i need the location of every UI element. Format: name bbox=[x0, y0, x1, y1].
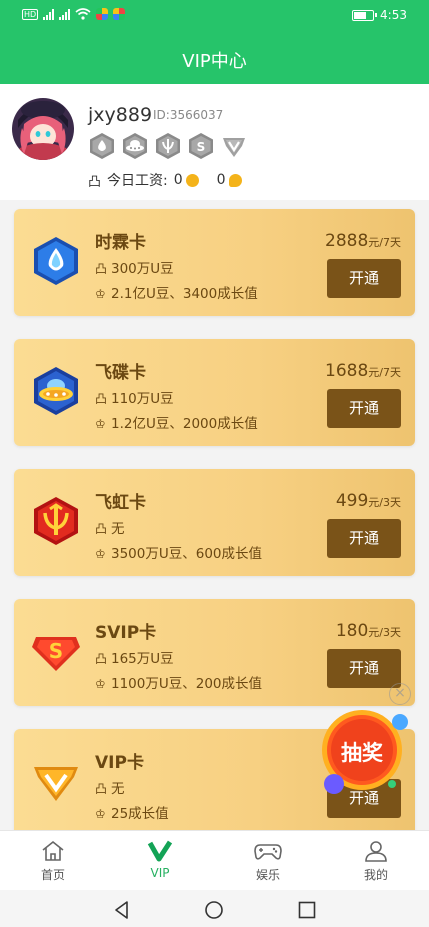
username: jxy889 bbox=[88, 104, 153, 126]
header-bar: VIP中心 bbox=[0, 32, 429, 84]
app-notification-icon-2 bbox=[113, 8, 126, 20]
vip-nav-icon bbox=[147, 840, 173, 862]
avatar[interactable] bbox=[12, 98, 74, 160]
gift-icon: 凸 bbox=[95, 392, 108, 406]
card-benefit-daily: 凸无 bbox=[95, 781, 125, 797]
vip-card-feidie: 飞碟卡 凸 110万U豆 ♔ 1.2亿U豆、2000成长值 1688元/7天 开通 bbox=[14, 339, 415, 446]
card-benefit-daily: 凸 165万U豆 bbox=[95, 651, 174, 667]
card-price: 2888元/7天 bbox=[325, 231, 401, 251]
vip-card-svip: S SVIP卡 凸 165万U豆 ♔ 1100万U豆、200成长值 180元/3天 … bbox=[14, 599, 415, 706]
page-title: VIP中心 bbox=[182, 51, 247, 72]
bean-icon bbox=[228, 173, 242, 187]
vip-center-page: HD 4:53 VIP中心 jxy889 ID:3566037 S 凸 今日工资… bbox=[0, 0, 429, 927]
profile-section: jxy889 ID:3566037 S 凸 今日工资: 0 0 bbox=[0, 84, 429, 200]
home-icon bbox=[42, 840, 64, 861]
nav-mine-label: 我的 bbox=[363, 868, 388, 882]
card-name: VIP卡 bbox=[95, 753, 144, 773]
gamepad-icon bbox=[254, 844, 282, 860]
wallet-icon: 凸 bbox=[88, 174, 102, 190]
status-right: 4:53 bbox=[352, 8, 407, 22]
vip-card-feihong: 飞虹卡 凸无 ♔ 3500万U豆、600成长值 499元/3天 开通 bbox=[14, 469, 415, 576]
card-benefit-open: ♔ 1100万U豆、200成长值 bbox=[95, 676, 263, 692]
svip-icon: S bbox=[32, 637, 80, 671]
user-icon bbox=[365, 841, 387, 862]
crown-icon: ♔ bbox=[95, 547, 106, 561]
status-left: HD bbox=[22, 8, 126, 20]
nav-entertainment[interactable]: 娱乐 bbox=[233, 839, 303, 883]
svg-text:S: S bbox=[49, 639, 63, 663]
gift-icon: 凸 bbox=[95, 522, 108, 536]
card-name: 飞虹卡 bbox=[95, 493, 146, 513]
recents-icon[interactable] bbox=[297, 900, 317, 920]
nav-vip-label: VIP bbox=[150, 866, 170, 880]
open-button[interactable]: 开通 bbox=[327, 649, 401, 688]
nav-home-label: 首页 bbox=[40, 868, 65, 882]
nav-home[interactable]: 首页 bbox=[18, 839, 88, 883]
status-time: 4:53 bbox=[380, 8, 407, 22]
today-wage: 凸 今日工资: 0 0 bbox=[88, 170, 242, 190]
card-benefit-open: ♔ 3500万U豆、600成长值 bbox=[95, 546, 263, 562]
card-benefit-daily: 凸 300万U豆 bbox=[95, 261, 174, 277]
nav-mine[interactable]: 我的 bbox=[341, 839, 411, 883]
water-drop-badge-icon[interactable] bbox=[88, 132, 116, 160]
bottom-nav: 首页 VIP 娱乐 我的 bbox=[0, 830, 429, 890]
ufo-badge-icon[interactable] bbox=[121, 132, 149, 160]
signal-icon bbox=[43, 8, 55, 20]
gift-icon: 凸 bbox=[95, 262, 108, 276]
crown-icon: ♔ bbox=[95, 287, 106, 301]
lottery-button[interactable]: 抽奖 bbox=[318, 704, 412, 798]
card-benefit-daily: 凸 110万U豆 bbox=[95, 391, 174, 407]
card-price: 1688元/7天 bbox=[325, 361, 401, 381]
open-button[interactable]: 开通 bbox=[327, 389, 401, 428]
rainbow-badge-icon[interactable] bbox=[154, 132, 182, 160]
card-name: SVIP卡 bbox=[95, 623, 157, 643]
back-icon[interactable] bbox=[112, 900, 132, 920]
wage-value-1: 0 bbox=[173, 172, 183, 188]
nav-entertainment-label: 娱乐 bbox=[255, 868, 280, 882]
open-button[interactable]: 开通 bbox=[327, 519, 401, 558]
status-bar: HD 4:53 bbox=[0, 0, 429, 32]
nav-vip[interactable]: VIP bbox=[125, 839, 195, 880]
ufo-icon bbox=[34, 367, 78, 415]
user-id: ID:3566037 bbox=[153, 108, 224, 122]
open-button[interactable]: 开通 bbox=[327, 259, 401, 298]
gift-icon: 凸 bbox=[95, 652, 108, 666]
card-price: 180元/3天 bbox=[335, 621, 401, 641]
vip-icon bbox=[34, 767, 78, 801]
wage-label: 今日工资: bbox=[107, 173, 168, 189]
system-nav-bar bbox=[0, 890, 429, 927]
gift-icon: 凸 bbox=[95, 782, 108, 796]
signal-icon-2 bbox=[59, 8, 71, 20]
card-benefit-daily: 凸无 bbox=[95, 521, 125, 537]
card-name: 时霖卡 bbox=[95, 233, 146, 253]
crown-icon: ♔ bbox=[95, 677, 106, 691]
wifi-icon bbox=[75, 8, 91, 20]
card-name: 飞碟卡 bbox=[95, 363, 146, 383]
badge-list: S bbox=[88, 132, 248, 160]
home-circle-icon[interactable] bbox=[204, 900, 224, 920]
crown-icon: ♔ bbox=[95, 807, 106, 821]
crown-icon: ♔ bbox=[95, 417, 106, 431]
svip-badge-icon[interactable]: S bbox=[187, 132, 215, 160]
app-notification-icon bbox=[96, 8, 109, 20]
water-drop-icon bbox=[34, 237, 78, 285]
svg-text:S: S bbox=[197, 140, 206, 154]
coin-icon bbox=[185, 173, 199, 187]
lottery-close-button[interactable]: × bbox=[389, 683, 411, 705]
battery-icon bbox=[352, 9, 378, 21]
card-benefit-open: ♔ 2.1亿U豆、3400成长值 bbox=[95, 286, 258, 302]
card-benefit-open: ♔ 25成长值 bbox=[95, 806, 169, 822]
lottery-label: 抽奖 bbox=[341, 741, 383, 765]
hd-indicator: HD bbox=[22, 8, 39, 20]
card-price: 499元/3天 bbox=[335, 491, 401, 511]
wage-value-2: 0 bbox=[216, 172, 226, 188]
rainbow-icon bbox=[34, 497, 78, 545]
vip-card-shilin: 时霖卡 凸 300万U豆 ♔ 2.1亿U豆、3400成长值 2888元/7天 开通 bbox=[14, 209, 415, 316]
card-benefit-open: ♔ 1.2亿U豆、2000成长值 bbox=[95, 416, 258, 432]
vip-badge-icon[interactable] bbox=[220, 132, 248, 160]
